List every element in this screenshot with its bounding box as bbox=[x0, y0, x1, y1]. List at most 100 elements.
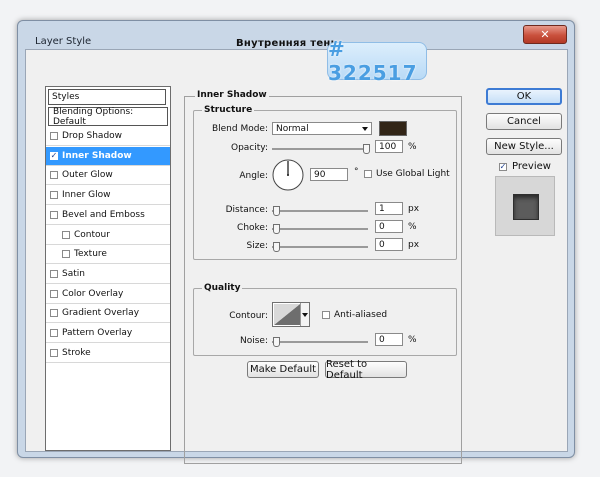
distance-label: Distance: bbox=[225, 205, 268, 215]
noise-slider-track[interactable] bbox=[272, 341, 368, 343]
style-item-drop-shadow[interactable]: Drop Shadow bbox=[46, 127, 170, 146]
style-checkbox[interactable] bbox=[50, 348, 58, 357]
distance-slider-thumb[interactable] bbox=[273, 206, 280, 216]
inner-shadow-title: Inner Shadow bbox=[195, 90, 269, 100]
style-checkbox[interactable] bbox=[50, 289, 58, 298]
angle-dial[interactable] bbox=[272, 159, 304, 191]
layer-style-dialog: Layer Style Внутренняя тень ✕ Styles Ble… bbox=[17, 20, 575, 464]
style-item-label: Inner Glow bbox=[62, 190, 111, 201]
style-item-label: Color Overlay bbox=[62, 288, 124, 299]
choke-unit: % bbox=[408, 222, 417, 232]
style-item-contour[interactable]: Contour bbox=[46, 226, 170, 245]
dialog-body: Styles Blending Options: Default Drop Sh… bbox=[25, 49, 568, 464]
angle-label: Angle: bbox=[239, 171, 268, 181]
blend-mode-value: Normal bbox=[276, 123, 309, 134]
hex-color-annotation: # 322517 bbox=[327, 37, 427, 85]
use-global-light-label: Use Global Light bbox=[376, 169, 450, 179]
use-global-light-checkbox[interactable] bbox=[364, 170, 372, 178]
style-checkbox[interactable] bbox=[50, 329, 58, 337]
style-item-texture[interactable]: Texture bbox=[46, 245, 170, 265]
opacity-slider-track[interactable] bbox=[272, 148, 368, 150]
chevron-down-icon bbox=[362, 127, 368, 131]
size-unit: px bbox=[408, 240, 420, 250]
style-checkbox[interactable]: ✓ bbox=[50, 151, 58, 160]
size-input[interactable]: 0 bbox=[375, 238, 403, 251]
contour-dropdown-toggle[interactable] bbox=[300, 303, 309, 326]
noise-label: Noise: bbox=[240, 336, 268, 346]
reset-to-default-button[interactable]: Reset to Default bbox=[325, 359, 407, 381]
style-item-bevel-and-emboss[interactable]: Bevel and Emboss bbox=[46, 206, 170, 225]
preview-checkbox[interactable]: ✓ bbox=[499, 163, 507, 171]
style-item-label: Pattern Overlay bbox=[62, 328, 133, 338]
size-label: Size: bbox=[246, 241, 268, 251]
style-item-satin[interactable]: Satin bbox=[46, 265, 170, 284]
noise-slider-thumb[interactable] bbox=[273, 337, 280, 347]
style-checkbox[interactable] bbox=[50, 210, 58, 219]
style-item-gradient-overlay[interactable]: Gradient Overlay bbox=[46, 304, 170, 324]
styles-list: Styles Blending Options: Default Drop Sh… bbox=[45, 86, 171, 451]
style-item-label: Inner Shadow bbox=[62, 150, 132, 161]
style-item-label: Drop Shadow bbox=[62, 131, 123, 141]
structure-title: Structure bbox=[202, 105, 255, 115]
close-icon: ✕ bbox=[540, 28, 550, 41]
style-checkbox[interactable] bbox=[50, 171, 58, 180]
styles-header[interactable]: Styles bbox=[48, 89, 166, 105]
style-checkbox[interactable] bbox=[62, 230, 70, 239]
size-slider-track[interactable] bbox=[272, 246, 368, 248]
style-checkbox[interactable] bbox=[50, 132, 58, 140]
noise-input[interactable]: 0 bbox=[375, 333, 403, 346]
opacity-input[interactable]: 100 bbox=[375, 140, 403, 153]
angle-input[interactable]: 90 bbox=[310, 168, 348, 181]
choke-slider-thumb[interactable] bbox=[273, 224, 280, 234]
quality-group: Quality Contour: Anti-aliased Noise: 0 % bbox=[193, 283, 457, 356]
anti-aliased-label: Anti-aliased bbox=[334, 310, 388, 320]
contour-linear-icon bbox=[274, 304, 300, 325]
inner-shadow-panel: Inner Shadow Structure Blend Mode: Norma… bbox=[184, 90, 462, 464]
make-default-button[interactable]: Make Default bbox=[247, 361, 319, 378]
cancel-button[interactable]: Cancel bbox=[486, 113, 562, 130]
contour-picker[interactable] bbox=[272, 302, 310, 327]
contour-label: Contour: bbox=[229, 311, 268, 321]
angle-unit: ° bbox=[354, 167, 359, 177]
preview-swatch bbox=[513, 194, 539, 220]
style-item-inner-shadow[interactable]: ✓ Inner Shadow bbox=[46, 146, 170, 166]
blending-options-item[interactable]: Blending Options: Default bbox=[48, 107, 168, 127]
window-subtitle: Внутренняя тень bbox=[236, 38, 338, 49]
size-slider-thumb[interactable] bbox=[273, 242, 280, 252]
quality-title: Quality bbox=[202, 283, 243, 293]
structure-group: Structure Blend Mode: Normal Opacity: 10… bbox=[193, 105, 457, 260]
preview-label: Preview bbox=[512, 161, 551, 172]
opacity-slider-thumb[interactable] bbox=[363, 144, 370, 154]
style-item-pattern-overlay[interactable]: Pattern Overlay bbox=[46, 324, 170, 343]
choke-input[interactable]: 0 bbox=[375, 220, 403, 233]
new-style-button[interactable]: New Style... bbox=[486, 138, 562, 155]
blend-mode-label: Blend Mode: bbox=[211, 124, 268, 134]
window-title: Layer Style bbox=[35, 36, 92, 47]
style-checkbox[interactable] bbox=[50, 309, 58, 318]
distance-input[interactable]: 1 bbox=[375, 202, 403, 215]
ok-button[interactable]: OK bbox=[486, 88, 562, 105]
style-item-label: Gradient Overlay bbox=[62, 308, 140, 319]
distance-slider-track[interactable] bbox=[272, 210, 368, 212]
shadow-color-swatch[interactable] bbox=[379, 121, 407, 136]
style-item-label: Texture bbox=[74, 249, 107, 260]
style-checkbox[interactable] bbox=[50, 191, 58, 200]
blend-mode-select[interactable]: Normal bbox=[272, 122, 372, 135]
opacity-unit: % bbox=[408, 142, 417, 152]
close-button[interactable]: ✕ bbox=[523, 25, 567, 44]
style-checkbox[interactable] bbox=[50, 269, 58, 278]
style-item-label: Contour bbox=[74, 229, 110, 240]
style-item-color-overlay[interactable]: Color Overlay bbox=[46, 285, 170, 304]
anti-aliased-checkbox[interactable] bbox=[322, 311, 330, 319]
style-item-stroke[interactable]: Stroke bbox=[46, 344, 170, 363]
style-item-inner-glow[interactable]: Inner Glow bbox=[46, 186, 170, 206]
style-item-outer-glow[interactable]: Outer Glow bbox=[46, 166, 170, 186]
style-checkbox[interactable] bbox=[62, 250, 70, 259]
choke-label: Choke: bbox=[237, 223, 268, 233]
preview-thumbnail bbox=[495, 176, 555, 236]
style-item-label: Stroke bbox=[62, 347, 91, 358]
style-item-label: Outer Glow bbox=[62, 170, 113, 181]
choke-slider-track[interactable] bbox=[272, 228, 368, 230]
distance-unit: px bbox=[408, 204, 420, 214]
opacity-label: Opacity: bbox=[231, 143, 268, 153]
